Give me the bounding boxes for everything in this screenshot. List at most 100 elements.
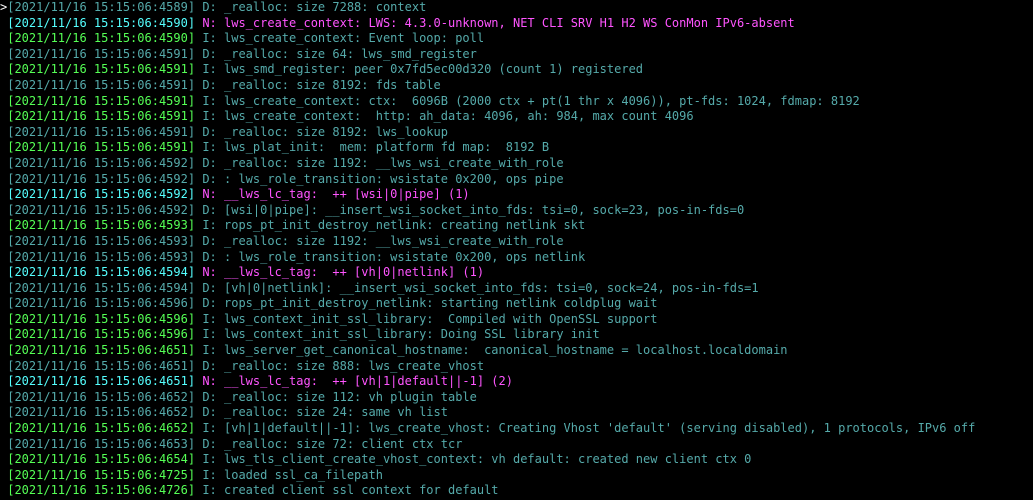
log-line: [2021/11/16 15:15:06:4591] I: lws_create… bbox=[0, 109, 1033, 125]
log-message: _realloc: size 1192: __lws_wsi_create_wi… bbox=[224, 234, 564, 248]
log-message: [vh|0|netlink]: __insert_wsi_socket_into… bbox=[224, 281, 759, 295]
log-message: [vh|1|default||-1]: lws_create_vhost: Cr… bbox=[224, 421, 975, 435]
log-message: : lws_role_transition: wsistate 0x200, o… bbox=[224, 172, 564, 186]
log-timestamp: [2021/11/16 15:15:06:4591] bbox=[7, 109, 195, 123]
log-line: [2021/11/16 15:15:06:4591] D: _realloc: … bbox=[0, 47, 1033, 63]
log-level: D: bbox=[202, 0, 216, 14]
log-timestamp: [2021/11/16 15:15:06:4596] bbox=[7, 312, 195, 326]
log-level: N: bbox=[202, 187, 216, 201]
log-message: rops_pt_init_destroy_netlink: starting n… bbox=[224, 296, 657, 310]
log-line: [2021/11/16 15:15:06:4596] I: lws_contex… bbox=[0, 312, 1033, 328]
log-line: [2021/11/16 15:15:06:4593] D: _realloc: … bbox=[0, 234, 1033, 250]
log-message: __lws_lc_tag: ++ [vh|0|netlink] (1) bbox=[224, 265, 484, 279]
log-line: [2021/11/16 15:15:06:4651] D: _realloc: … bbox=[0, 359, 1033, 375]
log-level: N: bbox=[202, 374, 216, 388]
log-line: [2021/11/16 15:15:06:4591] D: _realloc: … bbox=[0, 78, 1033, 94]
log-level: D: bbox=[202, 203, 216, 217]
log-timestamp: [2021/11/16 15:15:06:4651] bbox=[7, 343, 195, 357]
log-timestamp: [2021/11/16 15:15:06:4651] bbox=[7, 359, 195, 373]
log-timestamp: [2021/11/16 15:15:06:4592] bbox=[7, 172, 195, 186]
log-timestamp: [2021/11/16 15:15:06:4654] bbox=[7, 452, 195, 466]
log-message: lws_server_get_canonical_hostname: canon… bbox=[224, 343, 788, 357]
log-message: _realloc: size 24: same vh list bbox=[224, 405, 448, 419]
log-level: I: bbox=[202, 421, 216, 435]
log-message: : lws_role_transition: wsistate 0x200, o… bbox=[224, 250, 585, 264]
log-timestamp: [2021/11/16 15:15:06:4594] bbox=[7, 265, 195, 279]
log-line: [2021/11/16 15:15:06:4652] I: [vh|1|defa… bbox=[0, 421, 1033, 437]
log-level: D: bbox=[202, 437, 216, 451]
log-message: lws_create_context: LWS: 4.3.0-unknown, … bbox=[224, 16, 795, 30]
log-line: [2021/11/16 15:15:06:4652] D: _realloc: … bbox=[0, 405, 1033, 421]
log-message: [wsi|0|pipe]: __insert_wsi_socket_into_f… bbox=[224, 203, 744, 217]
log-level: N: bbox=[202, 16, 216, 30]
log-message: loaded ssl_ca_filepath bbox=[224, 468, 383, 482]
log-line: [2021/11/16 15:15:06:4592] D: _realloc: … bbox=[0, 156, 1033, 172]
log-level: D: bbox=[202, 78, 216, 92]
log-level: I: bbox=[202, 218, 216, 232]
log-timestamp: [2021/11/16 15:15:06:4592] bbox=[7, 203, 195, 217]
log-line: [2021/11/16 15:15:06:4596] I: lws_contex… bbox=[0, 327, 1033, 343]
log-level: D: bbox=[202, 234, 216, 248]
log-message: lws_create_context: Event loop: poll bbox=[224, 31, 484, 45]
log-timestamp: [2021/11/16 15:15:06:4596] bbox=[7, 296, 195, 310]
log-level: D: bbox=[202, 405, 216, 419]
log-timestamp: [2021/11/16 15:15:06:4591] bbox=[7, 94, 195, 108]
log-message: rops_pt_init_destroy_netlink: creating n… bbox=[224, 218, 585, 232]
log-message: lws_context_init_ssl_library: Compiled w… bbox=[224, 312, 657, 326]
log-timestamp: [2021/11/16 15:15:06:4593] bbox=[7, 234, 195, 248]
log-level: D: bbox=[202, 296, 216, 310]
log-level: D: bbox=[202, 156, 216, 170]
log-message: _realloc: size 888: lws_create_vhost bbox=[224, 359, 484, 373]
log-message: lws_smd_register: peer 0x7fd5ec00d320 (c… bbox=[224, 62, 643, 76]
log-line: [2021/11/16 15:15:06:4592] D: [wsi|0|pip… bbox=[0, 203, 1033, 219]
log-timestamp: [2021/11/16 15:15:06:4653] bbox=[7, 437, 195, 451]
log-line: [2021/11/16 15:15:06:4654] I: lws_tls_cl… bbox=[0, 452, 1033, 468]
log-level: D: bbox=[202, 47, 216, 61]
log-line: [2021/11/16 15:15:06:4591] D: _realloc: … bbox=[0, 125, 1033, 141]
log-level: I: bbox=[202, 31, 216, 45]
log-timestamp: [2021/11/16 15:15:06:4652] bbox=[7, 405, 195, 419]
log-timestamp: [2021/11/16 15:15:06:4592] bbox=[7, 156, 195, 170]
log-line: [2021/11/16 15:15:06:4594] N: __lws_lc_t… bbox=[0, 265, 1033, 281]
log-message: _realloc: size 72: client ctx tcr bbox=[224, 437, 462, 451]
log-timestamp: [2021/11/16 15:15:06:4590] bbox=[7, 31, 195, 45]
log-message: _realloc: size 8192: lws_lookup bbox=[224, 125, 448, 139]
terminal-output: >[2021/11/16 15:15:06:4589] D: _realloc:… bbox=[0, 0, 1033, 500]
log-message: _realloc: size 64: lws_smd_register bbox=[224, 47, 477, 61]
log-message: lws_tls_client_create_vhost_context: vh … bbox=[224, 452, 751, 466]
log-timestamp: [2021/11/16 15:15:06:4651] bbox=[7, 374, 195, 388]
log-timestamp: [2021/11/16 15:15:06:4652] bbox=[7, 390, 195, 404]
log-line: [2021/11/16 15:15:06:4593] D: : lws_role… bbox=[0, 250, 1033, 266]
log-timestamp: [2021/11/16 15:15:06:4594] bbox=[7, 281, 195, 295]
log-message: _realloc: size 7288: context bbox=[224, 0, 426, 14]
log-message: lws_plat_init: mem: platform fd map: 819… bbox=[224, 140, 549, 154]
log-message: _realloc: size 112: vh plugin table bbox=[224, 390, 477, 404]
log-line: [2021/11/16 15:15:06:4652] D: _realloc: … bbox=[0, 390, 1033, 406]
log-level: I: bbox=[202, 94, 216, 108]
log-level: I: bbox=[202, 327, 216, 341]
log-level: D: bbox=[202, 172, 216, 186]
log-message: __lws_lc_tag: ++ [vh|1|default||-1] (2) bbox=[224, 374, 513, 388]
log-timestamp: [2021/11/16 15:15:06:4725] bbox=[7, 468, 195, 482]
log-level: I: bbox=[202, 452, 216, 466]
log-line: [2021/11/16 15:15:06:4596] D: rops_pt_in… bbox=[0, 296, 1033, 312]
log-line: [2021/11/16 15:15:06:4651] I: lws_server… bbox=[0, 343, 1033, 359]
log-timestamp: [2021/11/16 15:15:06:4591] bbox=[7, 47, 195, 61]
log-timestamp: [2021/11/16 15:15:06:4592] bbox=[7, 187, 195, 201]
log-level: I: bbox=[202, 312, 216, 326]
log-line: [2021/11/16 15:15:06:4592] N: __lws_lc_t… bbox=[0, 187, 1033, 203]
log-line: [2021/11/16 15:15:06:4653] D: _realloc: … bbox=[0, 437, 1033, 453]
log-timestamp: [2021/11/16 15:15:06:4591] bbox=[7, 62, 195, 76]
log-message: created client ssl context for default bbox=[224, 483, 499, 497]
log-line: [2021/11/16 15:15:06:4590] N: lws_create… bbox=[0, 16, 1033, 32]
log-level: D: bbox=[202, 281, 216, 295]
log-message: lws_create_context: ctx: 6096B (2000 ctx… bbox=[224, 94, 860, 108]
log-timestamp: [2021/11/16 15:15:06:4596] bbox=[7, 327, 195, 341]
log-level: I: bbox=[202, 468, 216, 482]
log-level: I: bbox=[202, 483, 216, 497]
log-line: [2021/11/16 15:15:06:4726] I: created cl… bbox=[0, 483, 1033, 499]
log-level: I: bbox=[202, 62, 216, 76]
log-line: [2021/11/16 15:15:06:4725] I: loaded ssl… bbox=[0, 468, 1033, 484]
log-line: [2021/11/16 15:15:06:4591] I: lws_plat_i… bbox=[0, 140, 1033, 156]
log-timestamp: [2021/11/16 15:15:06:4593] bbox=[7, 250, 195, 264]
